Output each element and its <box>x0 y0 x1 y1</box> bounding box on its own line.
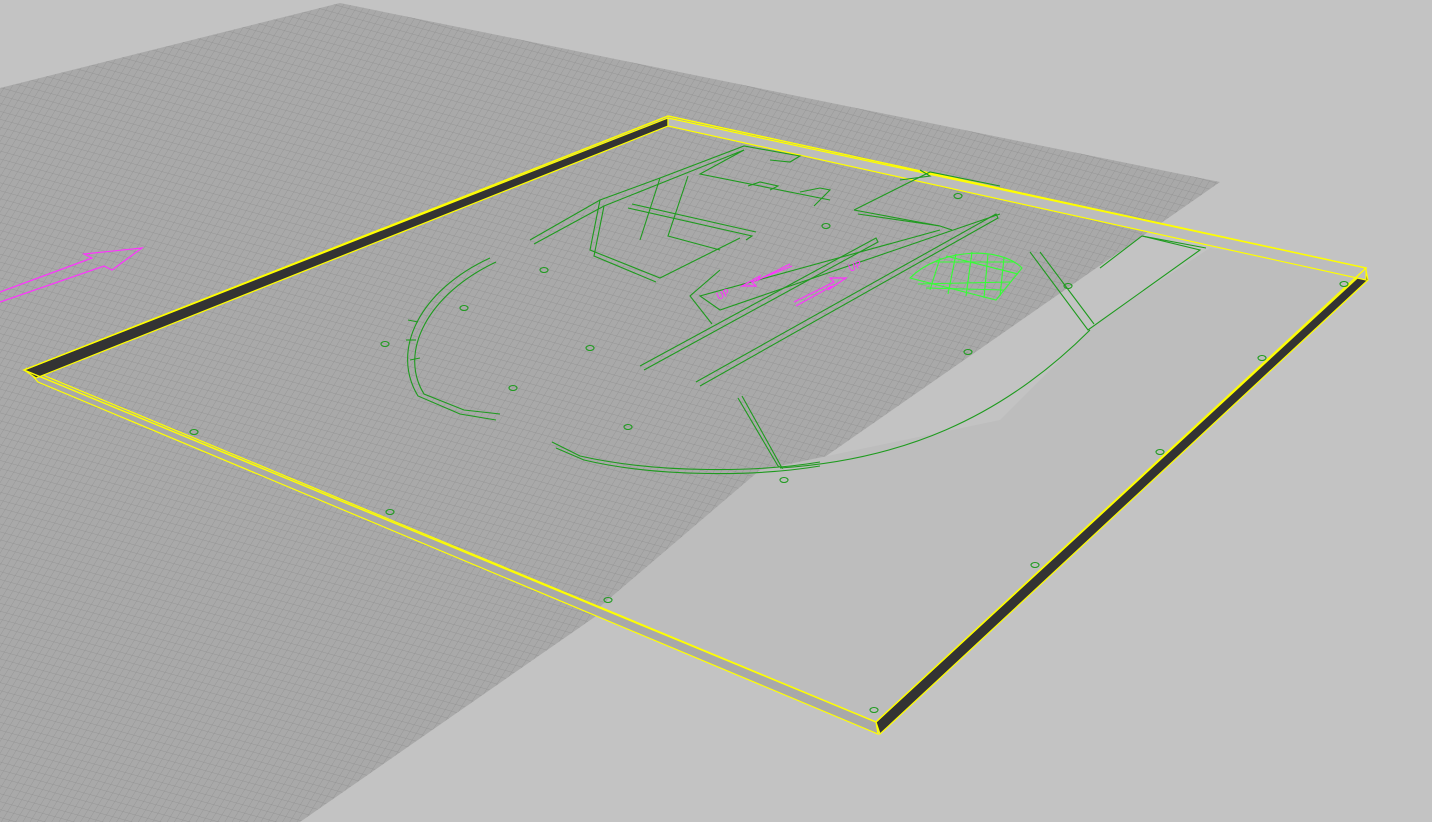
3d-viewport[interactable]: UP UP <box>0 0 1432 822</box>
